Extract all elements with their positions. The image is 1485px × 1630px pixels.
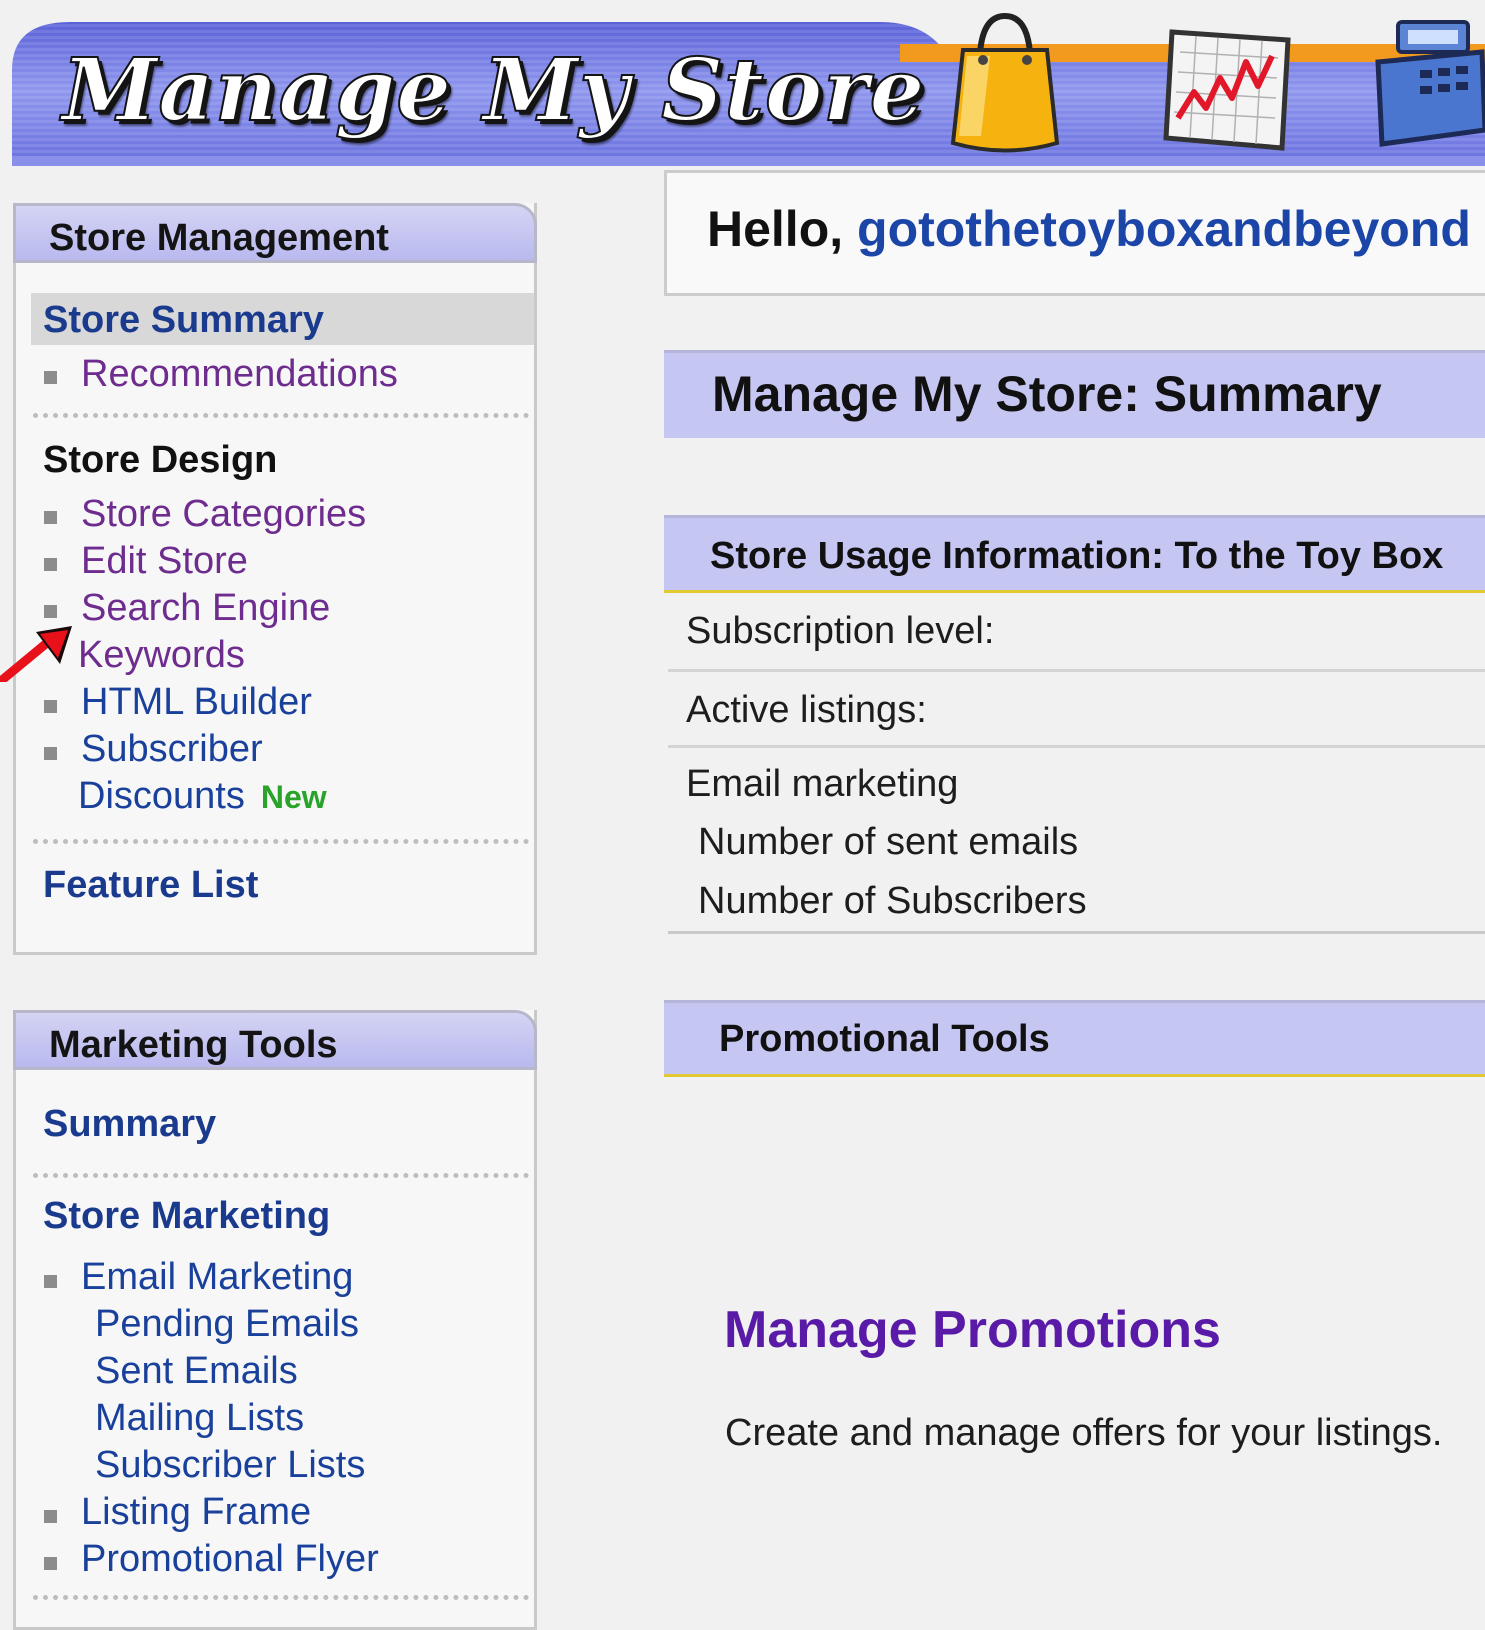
section-divider — [33, 839, 529, 844]
store-categories-link[interactable]: Store Categories — [81, 493, 366, 536]
store-banner: Manage My Store — [0, 0, 1485, 175]
promotional-tools-title: Promotional Tools — [719, 1018, 1050, 1060]
store-summary-link[interactable]: Store Summary — [43, 299, 324, 342]
chart-icon — [1163, 29, 1291, 151]
row-divider — [668, 745, 1485, 748]
shopping-bag-icon — [950, 12, 1060, 153]
pending-emails-link[interactable]: Pending Emails — [95, 1303, 359, 1346]
store-design-heading: Store Design — [43, 439, 278, 481]
sent-emails-label: Number of sent emails — [698, 821, 1079, 863]
feature-list-link[interactable]: Feature List — [43, 864, 258, 907]
bullet-icon — [44, 1275, 57, 1288]
annotation-arrow-icon — [0, 626, 72, 682]
bullet-icon — [44, 1557, 57, 1570]
banner-title: Manage My Store — [61, 39, 926, 142]
bullet-icon — [44, 700, 57, 713]
page-title-bar: Manage My Store: Summary — [664, 350, 1485, 438]
marketing-tools-header: Marketing Tools — [13, 1010, 537, 1070]
subscriber-discounts-link-line2[interactable]: Discounts New — [78, 775, 327, 818]
manage-promotions-description: Create and manage offers for your listin… — [725, 1412, 1443, 1454]
store-usage-title: Store Usage Information: To the Toy Box — [710, 535, 1444, 577]
page-title: Manage My Store: Summary — [712, 366, 1382, 422]
store-management-panel: Store Management Store Summary Recommend… — [13, 203, 537, 955]
greeting-prefix: Hello, — [707, 201, 858, 257]
greeting: Hello, gotothetoyboxandbeyond — [707, 200, 1471, 258]
row-divider — [668, 669, 1485, 672]
email-marketing-label: Email marketing — [686, 763, 959, 805]
marketing-tools-panel: Marketing Tools Summary Store Marketing … — [13, 1010, 537, 1630]
mailing-lists-link[interactable]: Mailing Lists — [95, 1397, 304, 1440]
recommendations-link[interactable]: Recommendations — [81, 353, 398, 396]
bullet-icon — [44, 747, 57, 760]
section-divider — [33, 1173, 529, 1178]
marketing-summary-link[interactable]: Summary — [43, 1103, 216, 1146]
promotional-tools-header: Promotional Tools — [664, 1000, 1485, 1077]
sent-emails-link[interactable]: Sent Emails — [95, 1350, 298, 1393]
row-divider — [668, 931, 1485, 934]
greeting-box: Hello, gotothetoyboxandbeyond — [664, 170, 1485, 296]
store-marketing-link[interactable]: Store Marketing — [43, 1195, 330, 1238]
html-builder-link[interactable]: HTML Builder — [81, 681, 312, 724]
promotional-flyer-link[interactable]: Promotional Flyer — [81, 1538, 379, 1581]
store-management-header: Store Management — [13, 203, 537, 263]
store-management-title: Store Management — [49, 217, 389, 259]
bullet-icon — [44, 1510, 57, 1523]
subscription-level-label: Subscription level: — [686, 610, 995, 652]
subscriber-discounts-label[interactable]: Discounts — [78, 775, 245, 817]
store-usage-header: Store Usage Information: To the Toy Box — [664, 515, 1485, 593]
marketing-tools-title: Marketing Tools — [49, 1024, 338, 1066]
bullet-icon — [44, 605, 57, 618]
cash-register-icon — [1375, 20, 1485, 147]
edit-store-link[interactable]: Edit Store — [81, 540, 248, 583]
section-divider — [33, 1595, 529, 1600]
active-listings-label: Active listings: — [686, 689, 927, 731]
subscribers-label: Number of Subscribers — [698, 880, 1087, 922]
bullet-icon — [44, 511, 57, 524]
search-engine-keywords-link[interactable]: Search Engine — [81, 587, 330, 630]
new-badge: New — [260, 779, 327, 815]
manage-promotions-link[interactable]: Manage Promotions — [724, 1300, 1221, 1360]
section-divider — [33, 413, 529, 418]
username-link[interactable]: gotothetoyboxandbeyond — [857, 201, 1471, 257]
bullet-icon — [44, 558, 57, 571]
subscriber-lists-link[interactable]: Subscriber Lists — [95, 1444, 365, 1487]
subscriber-discounts-link[interactable]: Subscriber — [81, 728, 263, 771]
bullet-icon — [44, 371, 57, 384]
search-engine-keywords-link-line2[interactable]: Keywords — [78, 634, 245, 677]
email-marketing-link[interactable]: Email Marketing — [81, 1256, 353, 1299]
listing-frame-link[interactable]: Listing Frame — [81, 1491, 311, 1534]
